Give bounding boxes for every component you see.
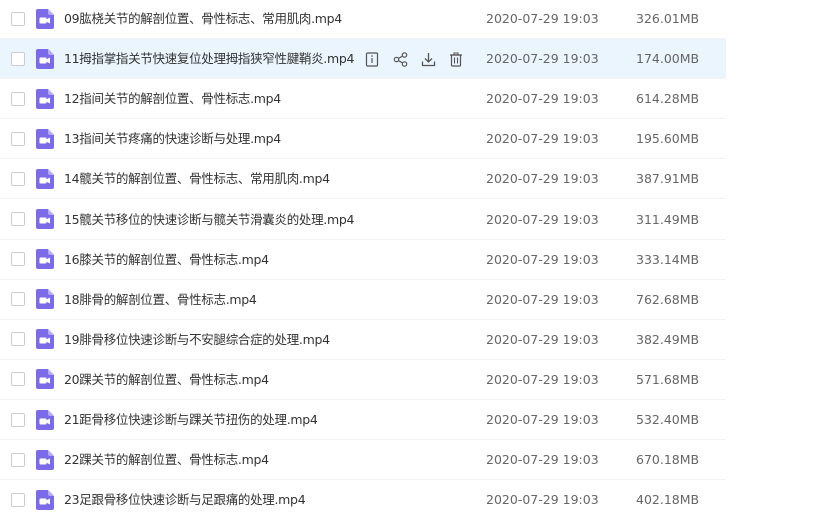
video-file-icon bbox=[36, 168, 54, 189]
video-file-icon bbox=[36, 329, 54, 350]
file-date: 2020-07-29 19:03 bbox=[486, 412, 599, 427]
file-date: 2020-07-29 19:03 bbox=[486, 51, 599, 67]
file-size: 311.49MB bbox=[636, 211, 700, 227]
file-name[interactable]: 22踝关节的解剖位置、骨性标志.mp4 bbox=[64, 440, 269, 480]
file-list: 09肱桡关节的解剖位置、骨性标志、常用肌肉.mp4 2020-07-29 19:0… bbox=[0, 0, 823, 512]
file-row[interactable]: 16膝关节的解剖位置、骨性标志.mp4 2020-07-29 19:03 333.1… bbox=[0, 240, 726, 280]
file-row[interactable]: 23足跟骨移位快速诊断与足跟痛的处理.mp4 2020-07-29 19:03 40… bbox=[0, 480, 726, 512]
row-checkbox[interactable] bbox=[11, 372, 25, 387]
file-size: 670.18MB bbox=[636, 452, 700, 468]
video-file-icon bbox=[36, 88, 54, 109]
file-size: 195.60MB bbox=[636, 131, 700, 147]
file-size: 614.28MB bbox=[636, 91, 700, 107]
details-icon[interactable] bbox=[363, 50, 381, 68]
video-file-icon bbox=[36, 289, 54, 310]
share-icon[interactable] bbox=[391, 50, 409, 68]
file-row[interactable]: 22踝关节的解剖位置、骨性标志.mp4 2020-07-29 19:03 670.1… bbox=[0, 440, 726, 481]
file-name[interactable]: 13指间关节疼痛的快速诊断与处理.mp4 bbox=[64, 119, 281, 159]
video-file-icon bbox=[36, 48, 54, 69]
row-checkbox[interactable] bbox=[11, 91, 25, 106]
video-file-icon bbox=[36, 209, 54, 229]
row-checkbox[interactable] bbox=[11, 51, 25, 66]
file-row[interactable]: 09肱桡关节的解剖位置、骨性标志、常用肌肉.mp4 2020-07-29 19:0… bbox=[0, 0, 726, 39]
file-row[interactable]: 21距骨移位快速诊断与踝关节扭伤的处理.mp4 2020-07-29 19:03 5… bbox=[0, 400, 726, 440]
file-row[interactable]: 15髋关节移位的快速诊断与髋关节滑囊炎的处理.mp4 2020-07-29 19:… bbox=[0, 200, 726, 240]
file-name[interactable]: 18腓骨的解剖位置、骨性标志.mp4 bbox=[64, 280, 257, 320]
video-file-icon bbox=[36, 409, 54, 430]
file-size: 326.01MB bbox=[636, 11, 700, 26]
row-checkbox[interactable] bbox=[11, 412, 25, 427]
file-name[interactable]: 23足跟骨移位快速诊断与足跟痛的处理.mp4 bbox=[64, 480, 306, 512]
file-date: 2020-07-29 19:03 bbox=[486, 91, 599, 107]
row-checkbox[interactable] bbox=[11, 252, 25, 267]
download-icon[interactable] bbox=[419, 50, 437, 68]
file-size: 762.68MB bbox=[636, 291, 700, 307]
file-date: 2020-07-29 19:03 bbox=[486, 171, 599, 187]
file-date: 2020-07-29 19:03 bbox=[486, 131, 599, 147]
row-checkbox[interactable] bbox=[11, 171, 25, 186]
file-size: 382.49MB bbox=[636, 331, 700, 347]
row-actions bbox=[363, 39, 475, 79]
file-row[interactable]: 18腓骨的解剖位置、骨性标志.mp4 2020-07-29 19:03 762.68… bbox=[0, 280, 726, 320]
file-row[interactable]: 14髋关节的解剖位置、骨性标志、常用肌肉.mp4 2020-07-29 19:03… bbox=[0, 159, 726, 200]
row-checkbox[interactable] bbox=[11, 292, 25, 307]
file-size: 387.91MB bbox=[636, 171, 700, 187]
file-size: 571.68MB bbox=[636, 371, 700, 387]
file-size: 333.14MB bbox=[636, 251, 700, 267]
file-name[interactable]: 21距骨移位快速诊断与踝关节扭伤的处理.mp4 bbox=[64, 400, 318, 440]
video-file-icon bbox=[36, 489, 54, 510]
file-date: 2020-07-29 19:03 bbox=[486, 492, 599, 508]
file-date: 2020-07-29 19:03 bbox=[486, 11, 599, 26]
row-checkbox[interactable] bbox=[11, 332, 25, 347]
file-size: 532.40MB bbox=[636, 412, 700, 427]
file-row[interactable]: 20踝关节的解剖位置、骨性标志.mp4 2020-07-29 19:03 571.6… bbox=[0, 360, 726, 400]
file-name[interactable]: 09肱桡关节的解剖位置、骨性标志、常用肌肉.mp4 bbox=[64, 0, 342, 39]
row-checkbox[interactable] bbox=[11, 11, 25, 26]
row-checkbox[interactable] bbox=[11, 212, 25, 226]
video-file-icon bbox=[36, 369, 54, 390]
row-checkbox[interactable] bbox=[11, 452, 25, 467]
row-checkbox[interactable] bbox=[11, 131, 25, 146]
video-file-icon bbox=[36, 249, 54, 270]
file-name[interactable]: 15髋关节移位的快速诊断与髋关节滑囊炎的处理.mp4 bbox=[64, 200, 354, 240]
delete-icon[interactable] bbox=[447, 50, 465, 68]
file-name[interactable]: 12指间关节的解剖位置、骨性标志.mp4 bbox=[64, 79, 281, 119]
file-size: 402.18MB bbox=[636, 492, 700, 508]
file-row[interactable]: 19腓骨移位快速诊断与不安腿综合症的处理.mp4 2020-07-29 19:03… bbox=[0, 320, 726, 360]
file-date: 2020-07-29 19:03 bbox=[486, 371, 599, 387]
row-checkbox[interactable] bbox=[11, 492, 25, 507]
file-size: 174.00MB bbox=[636, 51, 700, 67]
file-name[interactable]: 16膝关节的解剖位置、骨性标志.mp4 bbox=[64, 240, 269, 280]
file-row[interactable]: 13指间关节疼痛的快速诊断与处理.mp4 2020-07-29 19:03 195.… bbox=[0, 119, 726, 160]
file-date: 2020-07-29 19:03 bbox=[486, 331, 599, 347]
file-date: 2020-07-29 19:03 bbox=[486, 291, 599, 307]
file-date: 2020-07-29 19:03 bbox=[486, 211, 599, 227]
file-row[interactable]: 11拇指掌指关节快速复位处理拇指狭窄性腱鞘炎.mp4 2020-07-29 19:… bbox=[0, 39, 726, 80]
file-date: 2020-07-29 19:03 bbox=[486, 452, 599, 468]
video-file-icon bbox=[36, 449, 54, 470]
file-date: 2020-07-29 19:03 bbox=[486, 251, 599, 267]
file-row[interactable]: 12指间关节的解剖位置、骨性标志.mp4 2020-07-29 19:03 614.… bbox=[0, 79, 726, 120]
video-file-icon bbox=[36, 8, 54, 29]
video-file-icon bbox=[36, 128, 54, 149]
file-name[interactable]: 11拇指掌指关节快速复位处理拇指狭窄性腱鞘炎.mp4 bbox=[64, 39, 354, 79]
file-name[interactable]: 14髋关节的解剖位置、骨性标志、常用肌肉.mp4 bbox=[64, 159, 330, 199]
file-name[interactable]: 19腓骨移位快速诊断与不安腿综合症的处理.mp4 bbox=[64, 320, 330, 360]
file-name[interactable]: 20踝关节的解剖位置、骨性标志.mp4 bbox=[64, 360, 269, 400]
